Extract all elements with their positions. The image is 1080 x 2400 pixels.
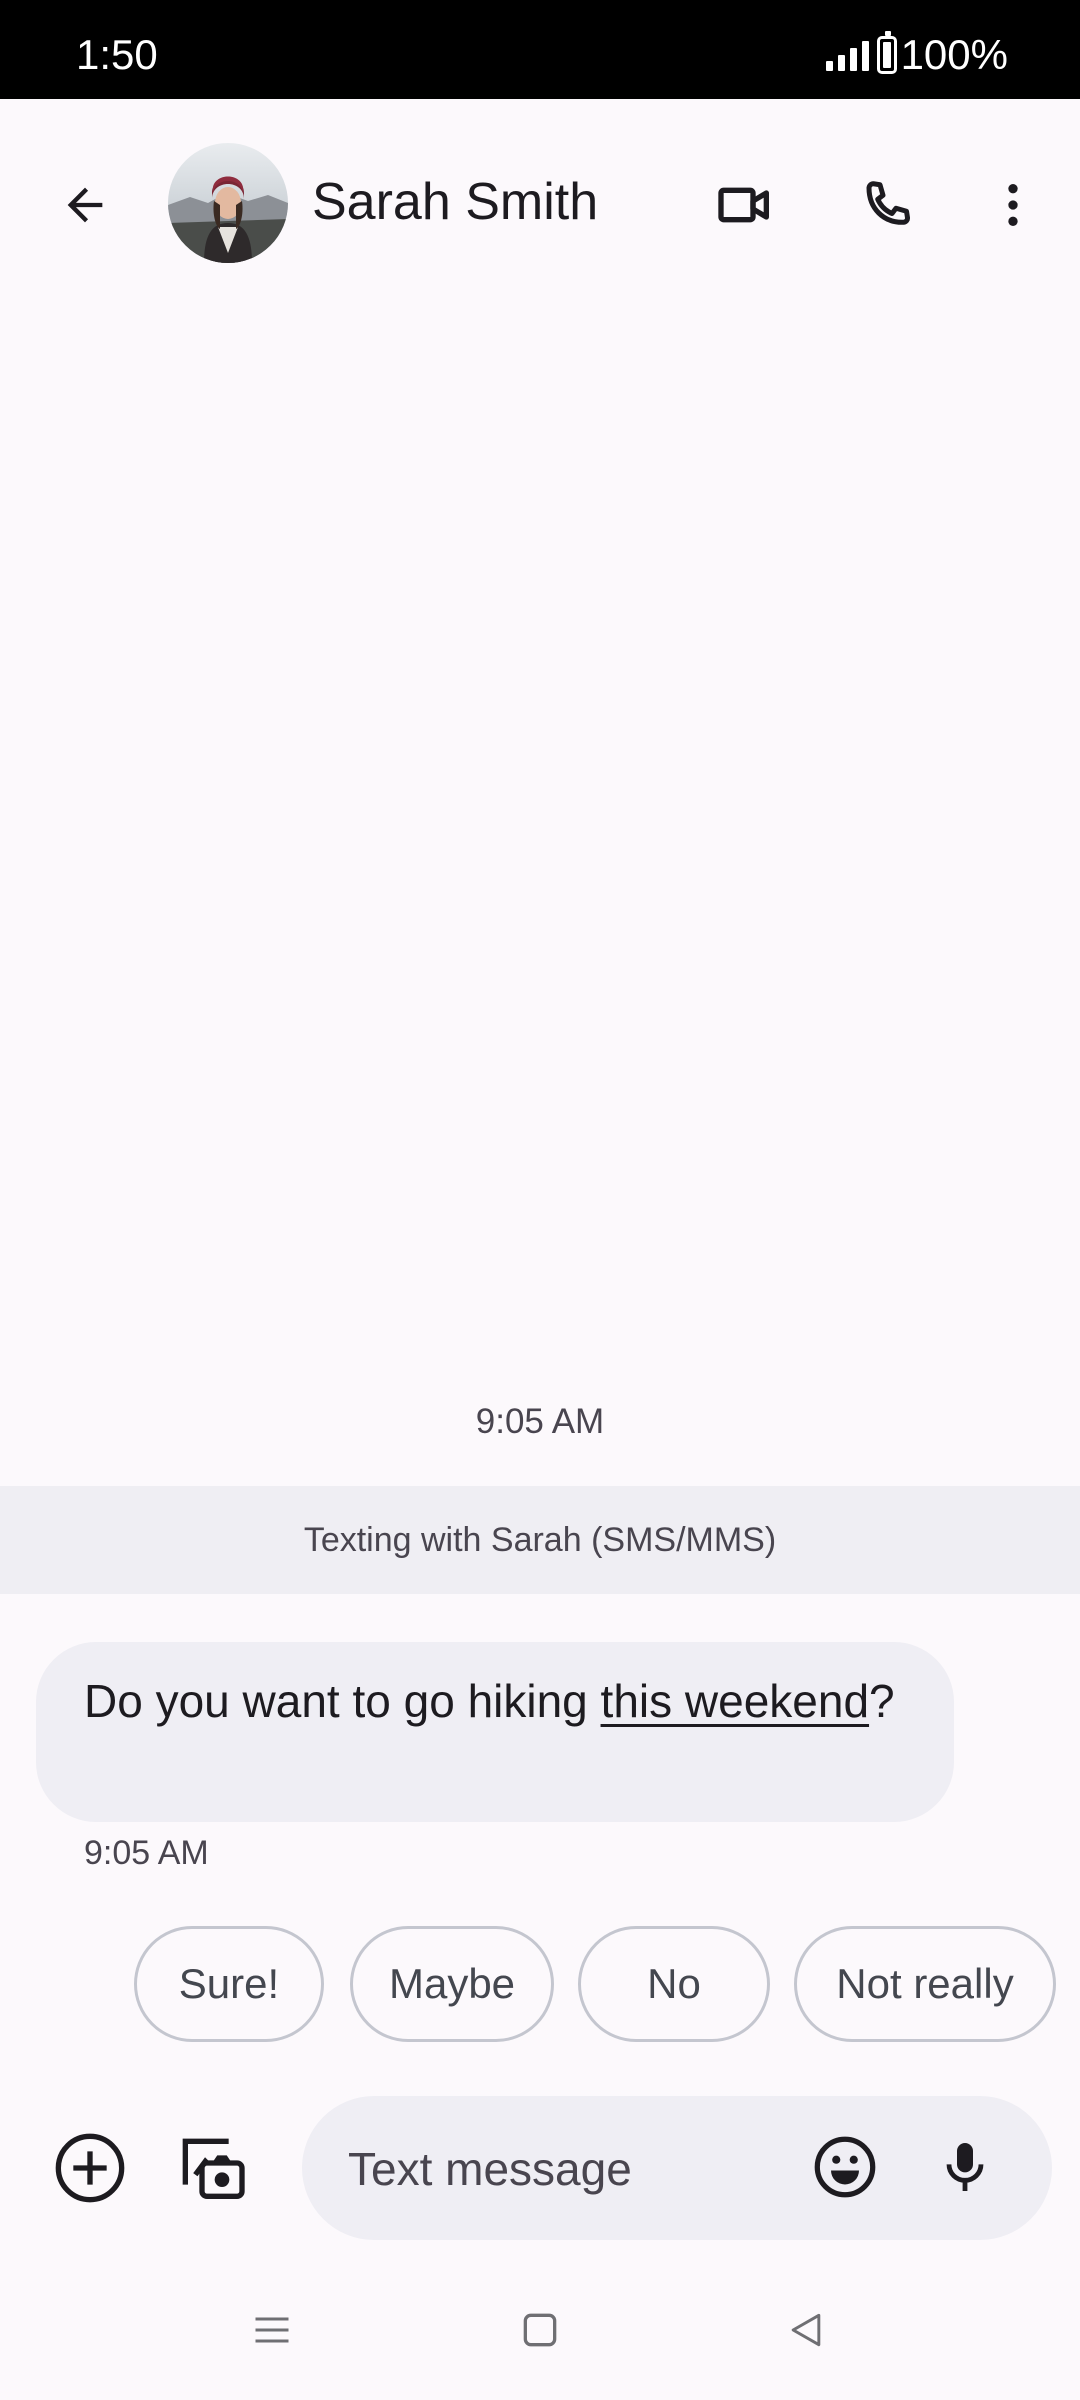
more-options-button[interactable] [968,160,1058,250]
message-text: Do you want to go hiking [84,1675,601,1727]
voice-input-button[interactable] [920,2122,1010,2212]
message-timestamp: 9:05 AM [84,1834,209,1872]
status-bar: 1:50 100% [0,0,1080,99]
nav-recents-button[interactable] [242,2300,302,2360]
smart-reply-chip[interactable]: Not really [794,1926,1056,2042]
smart-reply-chip[interactable]: Sure! [134,1926,324,2042]
add-circle-icon [55,2133,125,2203]
video-call-button[interactable] [700,160,790,250]
status-time: 1:50 [76,31,158,78]
nav-home-button[interactable] [510,2300,570,2360]
sms-mode-banner: Texting with Sarah (SMS/MMS) [0,1486,1080,1594]
smart-reply-chip[interactable]: No [578,1926,770,2042]
nav-back-button[interactable] [776,2300,836,2360]
contact-name[interactable]: Sarah Smith [312,172,598,232]
message-date-link[interactable]: this weekend [601,1675,870,1727]
battery-icon [876,31,897,74]
emoji-button[interactable] [800,2122,890,2212]
voice-call-button[interactable] [842,160,932,250]
back-button[interactable] [40,160,130,250]
message-text-end: ? [869,1675,895,1727]
phone-icon [866,181,911,225]
more-vert-icon [1008,184,1018,226]
back-arrow-icon [67,187,103,223]
emoji-icon [814,2136,876,2198]
mic-icon [946,2143,984,2191]
attach-button[interactable] [46,2124,134,2212]
recents-icon [255,2317,289,2343]
battery-percentage: 100% [900,31,1008,78]
gallery-camera-button[interactable] [168,2124,256,2212]
contact-avatar[interactable] [168,143,288,263]
back-triangle-icon [791,2313,821,2347]
status-indicators: 100% [825,31,1008,78]
message-input[interactable] [346,2096,790,2242]
home-icon [523,2313,557,2347]
message-date-header: 9:05 AM [475,1402,605,1441]
video-call-icon [718,187,769,223]
gallery-camera-icon [182,2138,245,2199]
smart-reply-chip[interactable]: Maybe [350,1926,554,2042]
incoming-message-bubble[interactable]: Do you want to go hiking this weekend? [36,1642,954,1822]
signal-icon [825,39,869,71]
